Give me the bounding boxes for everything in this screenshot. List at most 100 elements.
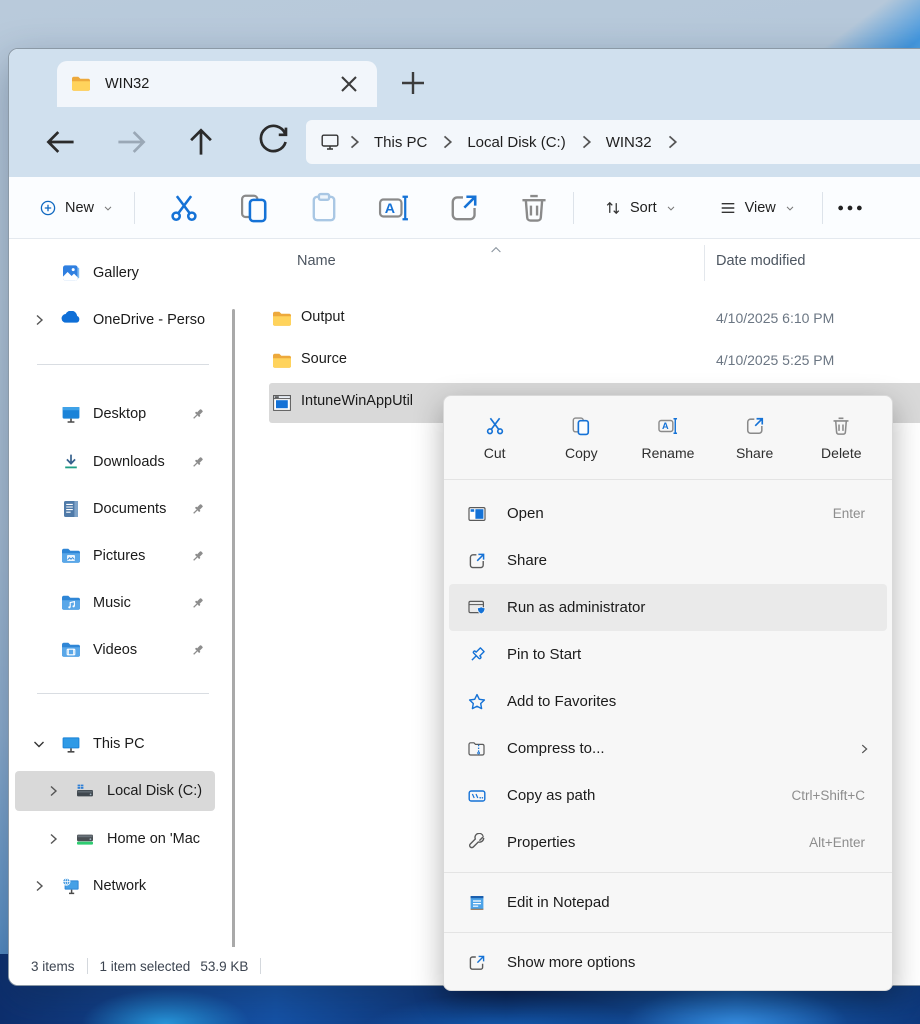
videos-icon	[61, 640, 81, 660]
menu-item-edit-in-notepad[interactable]: Edit in Notepad	[449, 879, 887, 926]
sidebar-item-home-on-mac[interactable]: Home on 'Mac	[15, 819, 215, 859]
chevron-down-icon	[665, 202, 677, 214]
share-button[interactable]	[447, 188, 481, 228]
toolbar-divider	[573, 192, 574, 224]
star-icon	[467, 692, 487, 712]
address-bar[interactable]: This PC Local Disk (C:) WIN32	[306, 120, 920, 164]
pin-icon	[190, 549, 205, 564]
view-button-label: View	[745, 200, 776, 216]
forward-button[interactable]	[113, 124, 149, 160]
toolbar-divider	[134, 192, 135, 224]
cut-button[interactable]	[167, 188, 201, 228]
chevron-right-icon[interactable]	[45, 783, 61, 799]
menu-item-run-as-administrator[interactable]: Run as administrator	[449, 584, 887, 631]
sidebar-item-downloads[interactable]: Downloads	[15, 442, 215, 482]
back-button[interactable]	[43, 124, 79, 160]
share-blue-icon	[467, 551, 487, 571]
share-icon	[744, 415, 766, 437]
menu-item-properties[interactable]: Properties Alt+Enter	[449, 819, 887, 866]
sidebar-item-documents[interactable]: Documents	[15, 489, 215, 529]
run-admin-icon	[467, 598, 487, 618]
context-menu: Cut Copy A Rename Share Delete Open Ente…	[443, 395, 893, 991]
context-delete-button[interactable]: Delete	[799, 402, 883, 474]
column-divider[interactable]	[704, 245, 705, 281]
shortcut-label: Ctrl+Shift+C	[791, 788, 865, 803]
show-more-icon	[467, 953, 487, 973]
pictures-icon	[61, 546, 81, 566]
chevron-right-icon[interactable]	[31, 312, 47, 328]
folder-icon	[71, 74, 91, 94]
file-row-output[interactable]: Output 4/10/2025 6:10 PM	[239, 298, 920, 340]
refresh-button[interactable]	[255, 124, 291, 160]
menu-item-pin-to-start[interactable]: Pin to Start	[449, 631, 887, 678]
menu-item-add-to-favorites[interactable]: Add to Favorites	[449, 678, 887, 725]
pin-icon	[190, 596, 205, 611]
see-more-button[interactable]	[833, 188, 867, 228]
sidebar-item-videos[interactable]: Videos	[15, 630, 215, 670]
menu-item-open[interactable]: Open Enter	[449, 490, 887, 537]
open-icon	[467, 504, 487, 524]
paste-button[interactable]	[307, 188, 341, 228]
breadcrumb-item[interactable]: WIN32	[598, 130, 660, 155]
tab-win32[interactable]: WIN32	[57, 61, 377, 107]
home-drive-icon	[75, 829, 95, 849]
sidebar-scrollbar[interactable]	[232, 309, 235, 954]
context-cut-button[interactable]: Cut	[453, 402, 537, 474]
chevron-down-icon[interactable]	[31, 736, 47, 752]
pin-icon	[190, 407, 205, 422]
tab-bar: WIN32	[9, 49, 920, 107]
sidebar-item-network[interactable]: Network	[15, 866, 215, 906]
context-rename-button[interactable]: A Rename	[626, 402, 710, 474]
network-icon	[61, 876, 81, 896]
downloads-icon	[61, 452, 81, 472]
pin-icon	[190, 643, 205, 658]
sort-button[interactable]: Sort	[594, 188, 687, 228]
new-tab-button[interactable]	[397, 67, 429, 99]
selection-count: 1 item selected	[100, 959, 191, 974]
menu-item-compress-to-[interactable]: Compress to...	[449, 725, 887, 772]
new-button[interactable]: New	[29, 188, 124, 228]
breadcrumb-chevron-icon	[662, 132, 682, 152]
selection-size: 53.9 KB	[200, 959, 248, 974]
menu-item-copy-as-path[interactable]: Copy as path Ctrl+Shift+C	[449, 772, 887, 819]
breadcrumb-item[interactable]: Local Disk (C:)	[459, 130, 573, 155]
menu-item-show-more-options[interactable]: Show more options	[449, 939, 887, 986]
this-pc-icon	[61, 734, 81, 754]
context-share-button[interactable]: Share	[713, 402, 797, 474]
breadcrumb-chevron-icon	[344, 132, 364, 152]
chevron-right-icon[interactable]	[45, 831, 61, 847]
rename-button[interactable]: A	[377, 188, 411, 228]
rename-icon: A	[657, 415, 679, 437]
folder-icon	[272, 309, 292, 329]
menu-item-share[interactable]: Share	[449, 537, 887, 584]
sidebar-item-gallery[interactable]: Gallery	[15, 253, 215, 293]
delete-button[interactable]	[517, 188, 551, 228]
sidebar-item-desktop[interactable]: Desktop	[15, 394, 215, 434]
sidebar-item-onedrive-perso[interactable]: OneDrive - Perso	[15, 300, 215, 340]
column-header-date[interactable]: Date modified	[716, 253, 805, 269]
compress-icon	[467, 739, 487, 759]
sort-icon	[604, 199, 622, 217]
chevron-right-icon[interactable]	[31, 878, 47, 894]
view-button[interactable]: View	[709, 188, 806, 228]
sidebar-item-music[interactable]: Music	[15, 583, 215, 623]
toolbar-divider	[822, 192, 823, 224]
up-button[interactable]	[183, 124, 219, 160]
copy-button[interactable]	[237, 188, 271, 228]
breadcrumb-item[interactable]: This PC	[366, 130, 435, 155]
column-header-name[interactable]: Name	[297, 253, 336, 269]
sidebar-item-pictures[interactable]: Pictures	[15, 536, 215, 576]
shortcut-label: Enter	[833, 506, 865, 521]
exe-icon	[272, 393, 292, 413]
onedrive-icon	[61, 310, 81, 330]
status-divider	[87, 958, 88, 974]
context-copy-button[interactable]: Copy	[539, 402, 623, 474]
delete-icon	[830, 415, 852, 437]
close-tab-icon[interactable]	[335, 70, 363, 98]
sidebar-item-this-pc[interactable]: This PC	[15, 724, 215, 764]
file-row-source[interactable]: Source 4/10/2025 5:25 PM	[239, 340, 920, 382]
menu-divider	[444, 872, 892, 873]
sidebar-item-local-disk-c-[interactable]: Local Disk (C:)	[15, 771, 215, 811]
sidebar-divider	[37, 364, 209, 365]
desktop-icon	[61, 404, 81, 424]
